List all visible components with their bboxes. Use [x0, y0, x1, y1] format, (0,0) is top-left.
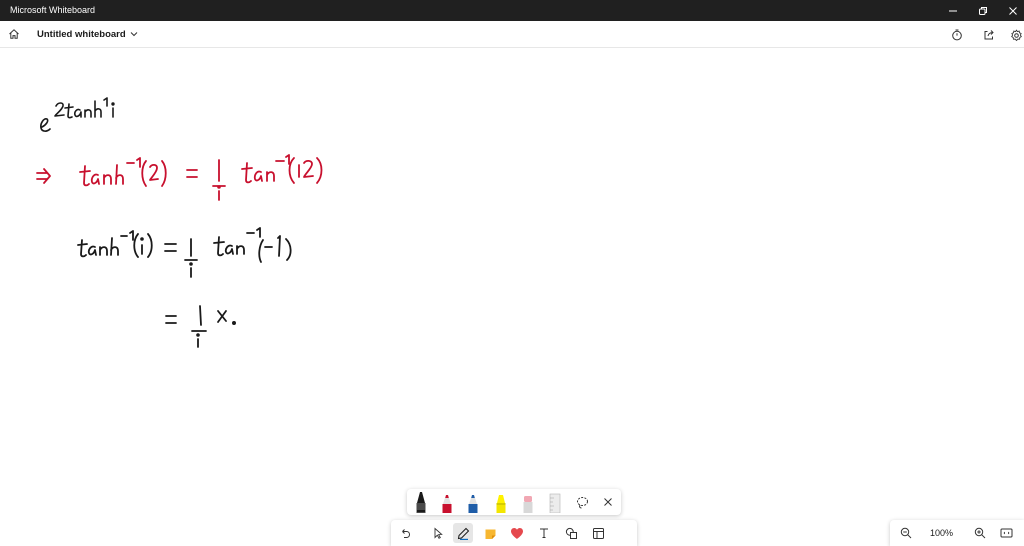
- title-bar: Microsoft Whiteboard: [0, 0, 1024, 21]
- undo-button[interactable]: [395, 523, 415, 543]
- select-tool-button[interactable]: [428, 523, 448, 543]
- blue-pen-icon: [468, 495, 478, 513]
- blue-pen-button[interactable]: [465, 491, 481, 513]
- templates-icon: [592, 527, 604, 539]
- reactions-icon: [511, 527, 523, 539]
- ruler-icon: [549, 493, 561, 513]
- ink-layer: [36, 97, 323, 348]
- zoom-controls: 100%: [890, 520, 1024, 546]
- zoom-in-button[interactable]: [970, 523, 990, 543]
- yellow-highlighter-button[interactable]: [493, 491, 509, 513]
- lasso-button[interactable]: [572, 492, 592, 512]
- red-pen-icon: [442, 495, 452, 513]
- chevron-down-icon[interactable]: [129, 29, 139, 39]
- ink-stroke-group: [165, 305, 236, 348]
- zoom-out-button[interactable]: [896, 523, 916, 543]
- eraser-icon: [523, 496, 533, 513]
- templates-button[interactable]: [588, 523, 608, 543]
- settings-button[interactable]: [1006, 25, 1024, 45]
- ruler-button[interactable]: [547, 491, 563, 513]
- eraser-button[interactable]: [520, 491, 536, 513]
- window-title: Microsoft Whiteboard: [10, 5, 96, 15]
- share-button[interactable]: [979, 25, 999, 45]
- app-header: Untitled whiteboard: [0, 21, 1024, 48]
- ink-stroke-group: [36, 154, 323, 201]
- pen-icon: [457, 527, 469, 540]
- black-pen-button[interactable]: [413, 491, 429, 513]
- fit-to-screen-button[interactable]: [996, 523, 1016, 543]
- undo-icon: [402, 529, 411, 538]
- pen-tool-button[interactable]: [453, 523, 473, 543]
- select-icon: [434, 527, 443, 539]
- zoom-in-icon: [974, 527, 986, 539]
- home-icon: [9, 29, 19, 39]
- black-pen-icon: [416, 492, 426, 513]
- yellow-highlighter-icon: [496, 495, 506, 513]
- red-pen-button[interactable]: [439, 491, 455, 513]
- fit-to-screen-icon: [1000, 528, 1012, 538]
- lasso-icon: [576, 496, 588, 508]
- restore-icon: [979, 6, 987, 15]
- settings-icon: [1010, 28, 1022, 41]
- zoom-out-icon: [900, 527, 912, 539]
- text-icon: [540, 528, 548, 538]
- close-palette-button[interactable]: [598, 492, 618, 512]
- minimize-button[interactable]: [936, 0, 970, 21]
- text-tool-button[interactable]: [534, 523, 554, 543]
- home-button[interactable]: [4, 23, 24, 45]
- ink-stroke-group: [40, 97, 115, 132]
- minimize-icon: [949, 10, 957, 11]
- board-title[interactable]: Untitled whiteboard: [37, 29, 126, 40]
- zoom-level[interactable]: 100%: [930, 528, 953, 538]
- close-icon: [604, 498, 612, 506]
- whiteboard-canvas[interactable]: [0, 48, 1024, 546]
- ink-stroke-group: [77, 227, 292, 278]
- timer-icon: [952, 29, 962, 41]
- share-icon: [984, 30, 994, 40]
- pen-palette: [407, 489, 621, 515]
- reactions-button[interactable]: [507, 523, 527, 543]
- sticky-note-button[interactable]: [480, 523, 500, 543]
- restore-button[interactable]: [966, 0, 1000, 21]
- timer-button[interactable]: [947, 25, 967, 45]
- close-icon: [1009, 6, 1017, 15]
- close-window-button[interactable]: [996, 0, 1024, 21]
- shapes-button[interactable]: [561, 523, 581, 543]
- sticky-note-icon: [485, 529, 495, 539]
- main-toolbar: [391, 520, 637, 546]
- shapes-icon: [565, 527, 577, 539]
